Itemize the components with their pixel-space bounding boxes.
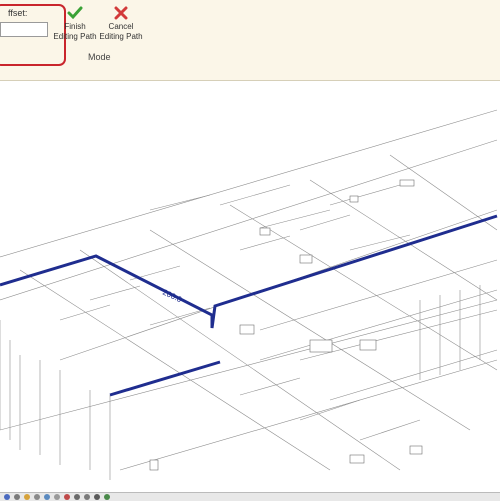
ribbon: ffset: Finish Editing Path Cancel Editin… xyxy=(0,0,500,81)
shadows-icon[interactable] xyxy=(34,494,40,500)
analytical-model-icon[interactable] xyxy=(104,494,110,500)
crop-icon[interactable] xyxy=(54,494,60,500)
cancel-label-2: Editing Path xyxy=(99,32,143,41)
offset-input[interactable] xyxy=(0,22,48,37)
reveal-hidden-icon[interactable] xyxy=(84,494,90,500)
isometric-model-drawing: 200.0 xyxy=(0,109,498,480)
finish-label-1: Finish xyxy=(64,22,86,31)
cancel-editing-path-button[interactable]: Cancel Editing Path xyxy=(94,4,148,42)
cancel-label-1: Cancel xyxy=(108,22,134,31)
x-icon xyxy=(94,4,148,22)
dimension-label: 200.0 xyxy=(161,288,183,305)
model-viewport[interactable]: 200.0 xyxy=(0,81,500,492)
hide-isolate-icon[interactable] xyxy=(74,494,80,500)
sun-path-icon[interactable] xyxy=(24,494,30,500)
finish-label-2: Editing Path xyxy=(53,32,97,41)
visual-style-icon[interactable] xyxy=(14,494,20,500)
temporary-properties-icon[interactable] xyxy=(94,494,100,500)
render-icon[interactable] xyxy=(44,494,50,500)
mode-group-label: Mode xyxy=(88,52,111,62)
offset-label: ffset: xyxy=(8,8,28,18)
view-icon[interactable] xyxy=(4,494,10,500)
lock-view-icon[interactable] xyxy=(64,494,70,500)
